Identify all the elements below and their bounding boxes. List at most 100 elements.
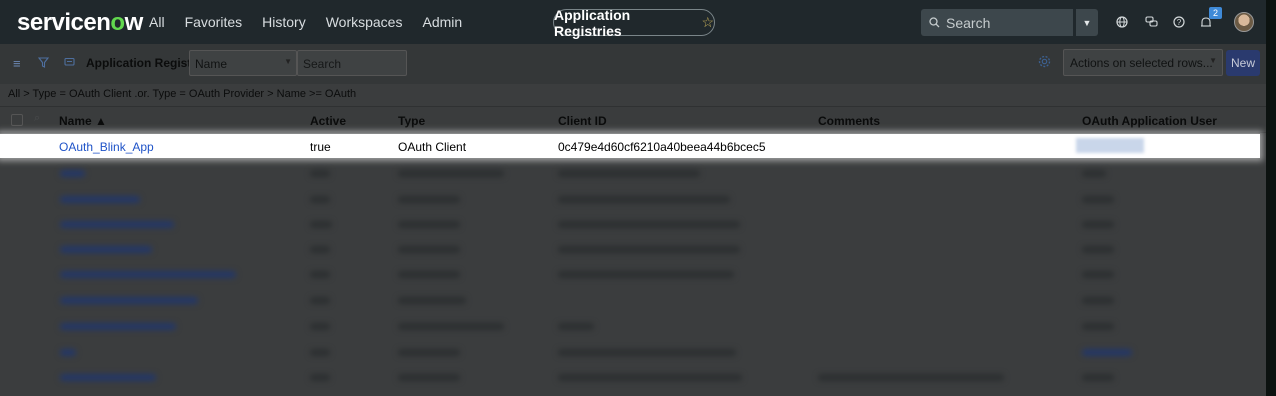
- window-edge-strip: [1266, 0, 1276, 396]
- table-row: [0, 212, 1266, 238]
- list-toolbar: ≡ Application Registries Name ▼ Search Ac…: [0, 44, 1266, 84]
- blurred-cell: [558, 246, 740, 253]
- blurred-cell: [310, 271, 330, 278]
- blurred-cell: [1082, 297, 1114, 304]
- column-header-name[interactable]: Name ▲: [59, 114, 107, 128]
- blurred-cell: [398, 246, 460, 253]
- search-icon[interactable]: ⌕: [34, 112, 40, 125]
- column-header-client-id[interactable]: Client ID: [558, 114, 607, 128]
- global-search-placeholder: Search: [946, 14, 991, 31]
- select-all-checkbox[interactable]: [11, 114, 23, 126]
- star-icon[interactable]: ☆: [701, 14, 714, 31]
- gear-icon[interactable]: [1038, 55, 1051, 71]
- nav-menu: All Favorites History Workspaces Admin: [149, 14, 482, 30]
- blurred-cell: [558, 170, 700, 177]
- search-scope-dropdown[interactable]: ▼: [1076, 9, 1098, 36]
- global-search-input[interactable]: Search: [921, 9, 1073, 36]
- blurred-cell: [310, 246, 330, 253]
- user-avatar[interactable]: [1234, 12, 1254, 32]
- app-context-pill[interactable]: Application Registries ☆: [553, 6, 715, 39]
- blurred-cell: [60, 374, 156, 381]
- search-field-value: Name: [195, 57, 228, 71]
- cell-type: OAuth Client: [398, 140, 467, 154]
- blurred-cell: [60, 271, 236, 278]
- column-header-comments[interactable]: Comments: [818, 114, 880, 128]
- blurred-cell: [310, 170, 330, 177]
- blurred-cell: [558, 374, 742, 381]
- comment-icon[interactable]: [64, 56, 75, 71]
- column-header-oauth-user[interactable]: OAuth Application User: [1082, 114, 1217, 128]
- globe-icon[interactable]: [1114, 14, 1130, 30]
- nav-history[interactable]: History: [262, 14, 306, 30]
- list-search-input[interactable]: Search: [297, 50, 407, 76]
- blurred-cell: [60, 170, 85, 177]
- table-row: [0, 161, 1266, 187]
- blurred-cell: [310, 221, 332, 228]
- blurred-cell: [1082, 170, 1106, 177]
- blurred-cell: [398, 196, 460, 203]
- help-icon[interactable]: ?: [1171, 14, 1187, 30]
- app-context-label: Application Registries: [554, 6, 631, 39]
- table-row: [0, 314, 1266, 340]
- table-row: [0, 262, 1266, 288]
- table-row-highlighted[interactable]: OAuth_Blink_App true OAuth Client 0c479e…: [0, 134, 1260, 158]
- table-row: [0, 288, 1266, 314]
- nav-workspaces[interactable]: Workspaces: [326, 14, 403, 30]
- blurred-cell: [1082, 246, 1114, 253]
- blurred-cell: [398, 349, 460, 356]
- search-field-select[interactable]: Name ▼: [189, 50, 297, 76]
- blurred-cell: [310, 349, 330, 356]
- cell-client-id: 0c479e4d60cf6210a40beea44b6bcec5: [558, 140, 766, 154]
- blurred-cell: [558, 221, 740, 228]
- blurred-cell: [818, 374, 1004, 381]
- blurred-cell: [398, 323, 504, 330]
- chevron-down-icon: ▼: [1209, 56, 1217, 65]
- column-header-type[interactable]: Type: [398, 114, 425, 128]
- nav-admin[interactable]: Admin: [422, 14, 462, 30]
- blurred-cell: [398, 374, 460, 381]
- list-container: ≡ Application Registries Name ▼ Search Ac…: [0, 44, 1266, 396]
- blurred-cell: [558, 196, 730, 203]
- hamburger-icon[interactable]: ≡: [13, 56, 21, 71]
- table-header: ⌕ Name ▲ Active Type Client ID Comments …: [0, 106, 1266, 133]
- top-navigation: servicenow All Favorites History Workspa…: [0, 0, 1276, 44]
- blurred-cell: [398, 170, 504, 177]
- column-header-active[interactable]: Active: [310, 114, 346, 128]
- cell-active: true: [310, 140, 331, 154]
- blurred-cell: [1082, 271, 1114, 278]
- blurred-cell: [310, 323, 330, 330]
- filter-icon[interactable]: [37, 56, 50, 71]
- blurred-cell: [310, 374, 330, 381]
- chevron-down-icon: ▼: [284, 57, 292, 66]
- blurred-cell: [60, 246, 152, 253]
- record-name-link[interactable]: OAuth_Blink_App: [59, 140, 154, 154]
- svg-text:?: ?: [1177, 18, 1182, 27]
- table-row: [0, 237, 1266, 263]
- blurred-cell: [310, 196, 330, 203]
- blurred-cell: [60, 221, 174, 228]
- search-icon: [929, 17, 940, 28]
- actions-select[interactable]: Actions on selected rows... ▼: [1063, 49, 1223, 76]
- servicenow-logo[interactable]: servicenow: [17, 9, 143, 37]
- nav-favorites[interactable]: Favorites: [185, 14, 243, 30]
- blurred-cell: [398, 271, 460, 278]
- blurred-cell: [60, 349, 76, 356]
- breadcrumb[interactable]: All > Type = OAuth Client .or. Type = OA…: [8, 88, 356, 100]
- notification-badge: 2: [1209, 7, 1222, 19]
- blurred-cell: [1082, 374, 1114, 381]
- table-row: [0, 187, 1266, 213]
- table-row: [0, 365, 1266, 391]
- blurred-cell: [398, 297, 466, 304]
- blurred-cell: [558, 349, 736, 356]
- blurred-cell: [558, 323, 594, 330]
- oauth-user-link-blurred[interactable]: [1076, 138, 1144, 153]
- blurred-cell: [1082, 349, 1132, 356]
- actions-select-value: Actions on selected rows...: [1070, 56, 1213, 70]
- blurred-cell: [1082, 196, 1114, 203]
- blurred-cell: [1082, 323, 1114, 330]
- nav-all[interactable]: All: [149, 14, 165, 30]
- chat-icon[interactable]: [1143, 14, 1159, 30]
- blurred-cell: [398, 221, 460, 228]
- new-button[interactable]: New: [1226, 50, 1260, 76]
- blurred-cell: [310, 297, 330, 304]
